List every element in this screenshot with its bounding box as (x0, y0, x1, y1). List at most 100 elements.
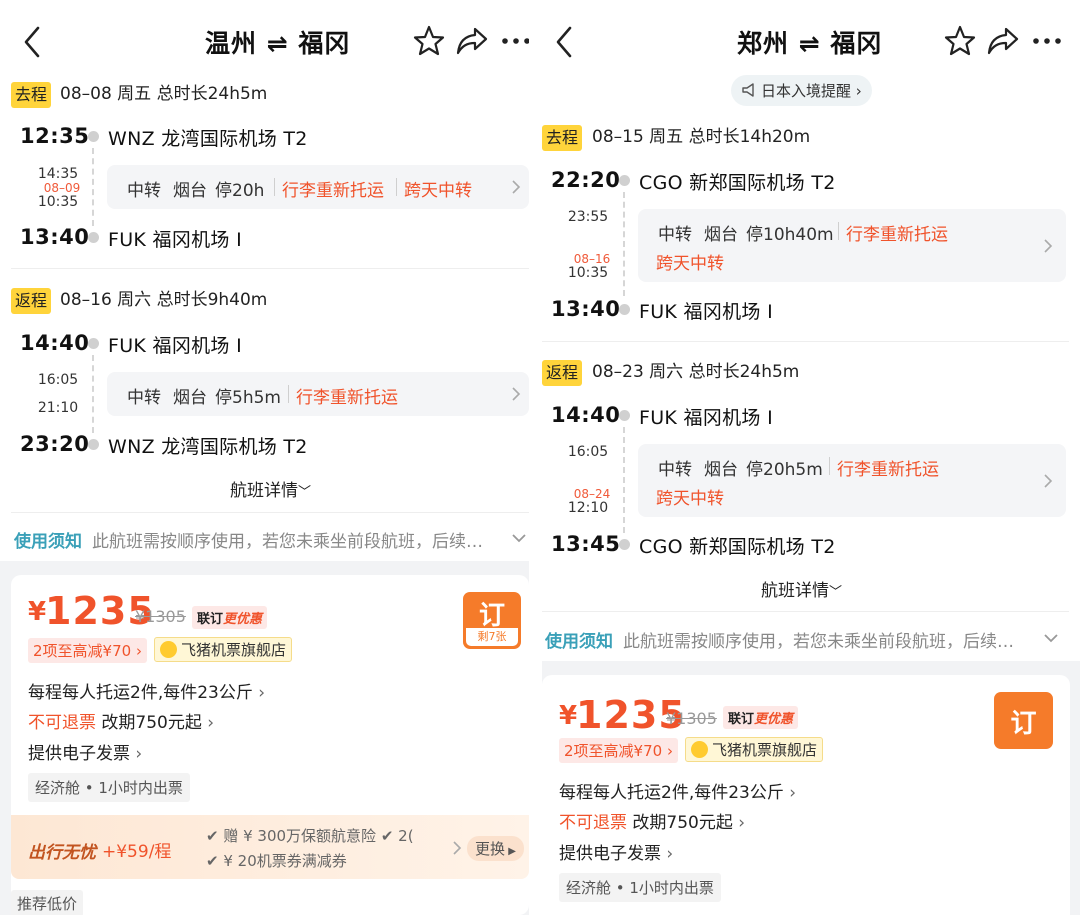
invoice-label: 提供电子发票 (559, 844, 661, 864)
seats-remaining: 剩7张 (466, 628, 518, 646)
book-button[interactable]: 订 剩7张 (463, 592, 521, 649)
timeline-line (623, 192, 625, 296)
original-price: ¥1305 (666, 709, 717, 728)
divider (11, 512, 529, 513)
arrival-time: 13:40 (551, 297, 621, 321)
price-currency: ¥ (28, 597, 47, 627)
change-label: 更换 (475, 840, 506, 858)
cabin-tag: 经济舱 • 1小时内出票 (559, 873, 721, 902)
book-label: 订 (1010, 709, 1037, 739)
flight-details-link[interactable]: 航班详情﹀ (761, 576, 842, 601)
reschedule-label: 改期750元起 (632, 813, 733, 833)
timeline-line (92, 148, 94, 226)
more-dots-icon[interactable] (1031, 24, 1065, 58)
inbound-info: 08–23 周六 总时长24h5m (592, 362, 800, 382)
transfer-stay: 停20h (215, 181, 265, 201)
chevron-right-icon: › (662, 742, 673, 760)
star-icon[interactable] (943, 24, 977, 58)
chevron-right-icon (453, 841, 462, 855)
stop-departure-time: 10:35 (567, 265, 609, 281)
flight-details-link[interactable]: 航班详情﹀ (230, 476, 311, 501)
baggage-label: 每程每人托运2件,每件23公斤 (28, 683, 253, 703)
invoice-info[interactable]: 提供电子发票 › (559, 839, 673, 864)
transfer-info-box[interactable]: 中转 烟台 停20h5m 行李重新托运 跨天中转 (638, 444, 1066, 517)
timeline-dot (88, 338, 99, 349)
stop-departure-time: 10:35 (37, 194, 79, 210)
transfer-info-box[interactable]: 中转 烟台 停10h40m 行李重新托运 跨天中转 (638, 209, 1066, 282)
baggage-info[interactable]: 每程每人托运2件,每件23公斤 › (559, 778, 796, 803)
timeline-dot (88, 131, 99, 142)
change-button[interactable]: 更换 ▶ (467, 836, 524, 861)
outbound-tag: 去程 (542, 125, 583, 151)
combo-promo-tag: 联订更优惠 (192, 606, 268, 629)
stop-arrival-time: 14:35 (37, 166, 79, 182)
timeline-dot (619, 175, 630, 186)
share-icon[interactable] (986, 24, 1020, 58)
right-flight-panel: 郑州 ⇌ 福冈 日本入境提醒 › 去程 08–15 周五 总时长14h20m 2… (542, 0, 1080, 915)
departure-time: 22:20 (551, 168, 621, 192)
invoice-info[interactable]: 提供电子发票 › (28, 739, 142, 764)
more-dots-icon[interactable] (500, 24, 529, 58)
transfer-note-overnight: 跨天中转 (404, 181, 472, 201)
recommend-low-price-tag: 推荐低价 (11, 890, 84, 915)
japan-entry-reminder[interactable]: 日本入境提醒 › (731, 75, 872, 106)
chevron-down-icon: ﹀ (298, 485, 312, 500)
chevron-right-icon: › (783, 783, 797, 803)
chevron-down-icon[interactable] (510, 531, 528, 545)
inbound-tag: 返程 (11, 288, 52, 314)
stop-arrival-time: 23:55 (567, 209, 609, 225)
flight-details-label: 航班详情 (230, 481, 298, 501)
stop-arrival-time: 16:05 (567, 444, 609, 460)
divider (542, 341, 1069, 342)
transfer-city: 烟台 (704, 460, 738, 480)
insurance-perk: ✔ 赠 ¥ 300万保额航意险 ✔ 2( (206, 827, 414, 845)
share-icon[interactable] (455, 24, 489, 58)
stop-departure-date: 08–24 (573, 487, 611, 501)
baggage-info[interactable]: 每程每人托运2件,每件23公斤 › (28, 678, 265, 703)
timeline-line (92, 355, 94, 433)
star-icon[interactable] (412, 24, 446, 58)
transfer-city: 烟台 (173, 388, 207, 408)
timeline-line (623, 427, 625, 533)
transfer-stay: 停5h5m (215, 388, 281, 408)
reschedule-label: 改期750元起 (101, 713, 202, 733)
stop-departure-date: 08–16 (573, 252, 611, 266)
transfer-info-box[interactable]: 中转 烟台 停20h 行李重新托运 跨天中转 (107, 165, 529, 209)
departure-time: 14:40 (551, 403, 621, 427)
arrival-airport: WNZ 龙湾国际机场 T2 (108, 436, 308, 458)
no-refund-label: 不可退票 (28, 713, 96, 733)
inbound-info: 08–16 周六 总时长9h40m (60, 290, 268, 310)
chevron-down-icon[interactable] (1042, 631, 1060, 645)
transfer-note-overnight: 跨天中转 (656, 489, 724, 509)
book-button[interactable]: 订 (994, 692, 1053, 749)
baggage-label: 每程每人托运2件,每件23公斤 (559, 783, 784, 803)
transfer-note-baggage: 行李重新托运 (282, 181, 384, 201)
notice-title: 使用须知 (545, 632, 613, 652)
travel-insurance-bar: 出行无忧 +¥59/程 ✔ 赠 ¥ 300万保额航意险 ✔ 2( ✔ ¥ 20机… (11, 815, 529, 879)
refund-info[interactable]: 不可退票 改期750元起 › (28, 708, 214, 733)
timeline-dot (619, 304, 630, 315)
original-price: ¥1305 (135, 607, 186, 626)
notice-text: 此航班需按顺序使用，若您未乘坐前段航班，后续… (623, 632, 1014, 652)
refund-info[interactable]: 不可退票 改期750元起 › (559, 808, 745, 833)
discount-tag[interactable]: 2项至高减¥70 › (559, 738, 678, 763)
discount-tag[interactable]: 2项至高减¥70 › (28, 638, 147, 663)
back-chevron-icon[interactable] (18, 22, 48, 62)
departure-airport: CGO 新郑国际机场 T2 (639, 172, 836, 194)
chevron-right-icon: › (732, 813, 746, 833)
back-chevron-icon[interactable] (550, 22, 580, 62)
chevron-right-icon: › (851, 82, 862, 100)
notice-text: 此航班需按顺序使用，若您未乘坐前段航班，后续… (92, 532, 483, 552)
promo-accent: 更优惠 (223, 612, 263, 627)
departure-time: 14:40 (20, 331, 90, 355)
combo-promo-tag: 联订更优惠 (723, 706, 799, 729)
price-card: ¥ 1235 ¥1305 联订更优惠 2项至高减¥70 › 飞猪机票旗舰店 每程… (11, 575, 529, 915)
left-flight-panel: 温州 ⇌ 福冈 去程 08–08 周五 总时长24h5m 12:35 WNZ 龙… (0, 0, 529, 915)
flight-details-label: 航班详情 (761, 581, 829, 601)
megaphone-icon (742, 83, 754, 97)
arrival-time: 13:40 (20, 225, 90, 249)
separator (288, 385, 289, 403)
price-card-area: ¥ 1235 ¥1305 联订更优惠 2项至高减¥70 › 飞猪机票旗舰店 每程… (0, 561, 529, 915)
divider (542, 611, 1069, 612)
transfer-info-box[interactable]: 中转 烟台 停5h5m 行李重新托运 (107, 372, 529, 416)
